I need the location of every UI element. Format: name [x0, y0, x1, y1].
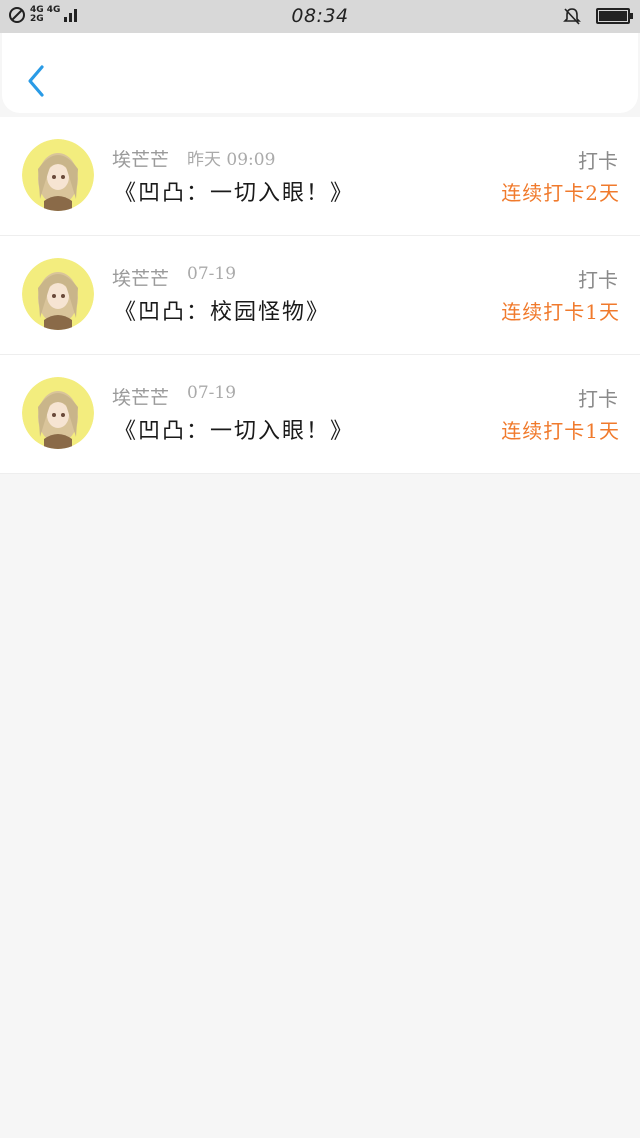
avatar-image: [22, 139, 94, 211]
battery-icon: [596, 8, 633, 24]
item-meta: 埃芒芒 昨天 09:09: [112, 145, 275, 172]
book-title[interactable]: 《凹凸：一切入眼！》: [114, 175, 354, 207]
username[interactable]: 埃芒芒: [112, 264, 169, 291]
action-label: 打卡: [578, 149, 618, 173]
checkin-list: 埃芒芒 昨天 09:09 《凹凸：一切入眼！》 打卡 连续打卡2天 埃芒芒 07…: [0, 117, 640, 474]
book-title[interactable]: 《凹凸：校园怪物》: [114, 294, 330, 326]
avatar[interactable]: [22, 258, 94, 330]
avatar-image: [22, 258, 94, 330]
status-bar: 4G 4G 2G 08:34: [0, 0, 640, 33]
mute-icon: [563, 8, 581, 25]
status-right: [562, 6, 633, 26]
item-meta: 埃芒芒 07-19: [112, 383, 236, 410]
username[interactable]: 埃芒芒: [112, 145, 169, 172]
action-label: 打卡: [578, 268, 618, 292]
streak-label: 连续打卡2天: [501, 181, 620, 205]
avatar[interactable]: [22, 377, 94, 449]
clock: 08:34: [291, 5, 349, 27]
book-title[interactable]: 《凹凸：一切入眼！》: [114, 413, 354, 445]
nav-header: [2, 33, 638, 113]
timestamp: 07-19: [187, 383, 237, 403]
streak-label: 连续打卡1天: [501, 419, 620, 443]
back-icon[interactable]: [22, 63, 52, 99]
avatar-image: [22, 377, 94, 449]
action-label: 打卡: [578, 387, 618, 411]
list-item[interactable]: 埃芒芒 07-19 《凹凸：一切入眼！》 打卡 连续打卡1天: [0, 355, 640, 474]
list-item[interactable]: 埃芒芒 07-19 《凹凸：校园怪物》 打卡 连续打卡1天: [0, 236, 640, 355]
avatar[interactable]: [22, 139, 94, 211]
streak-label: 连续打卡1天: [501, 300, 620, 324]
list-item[interactable]: 埃芒芒 昨天 09:09 《凹凸：一切入眼！》 打卡 连续打卡2天: [0, 117, 640, 236]
username[interactable]: 埃芒芒: [112, 383, 169, 410]
item-meta: 埃芒芒 07-19: [112, 264, 236, 291]
timestamp: 昨天 09:09: [187, 150, 276, 170]
timestamp: 07-19: [187, 264, 237, 284]
